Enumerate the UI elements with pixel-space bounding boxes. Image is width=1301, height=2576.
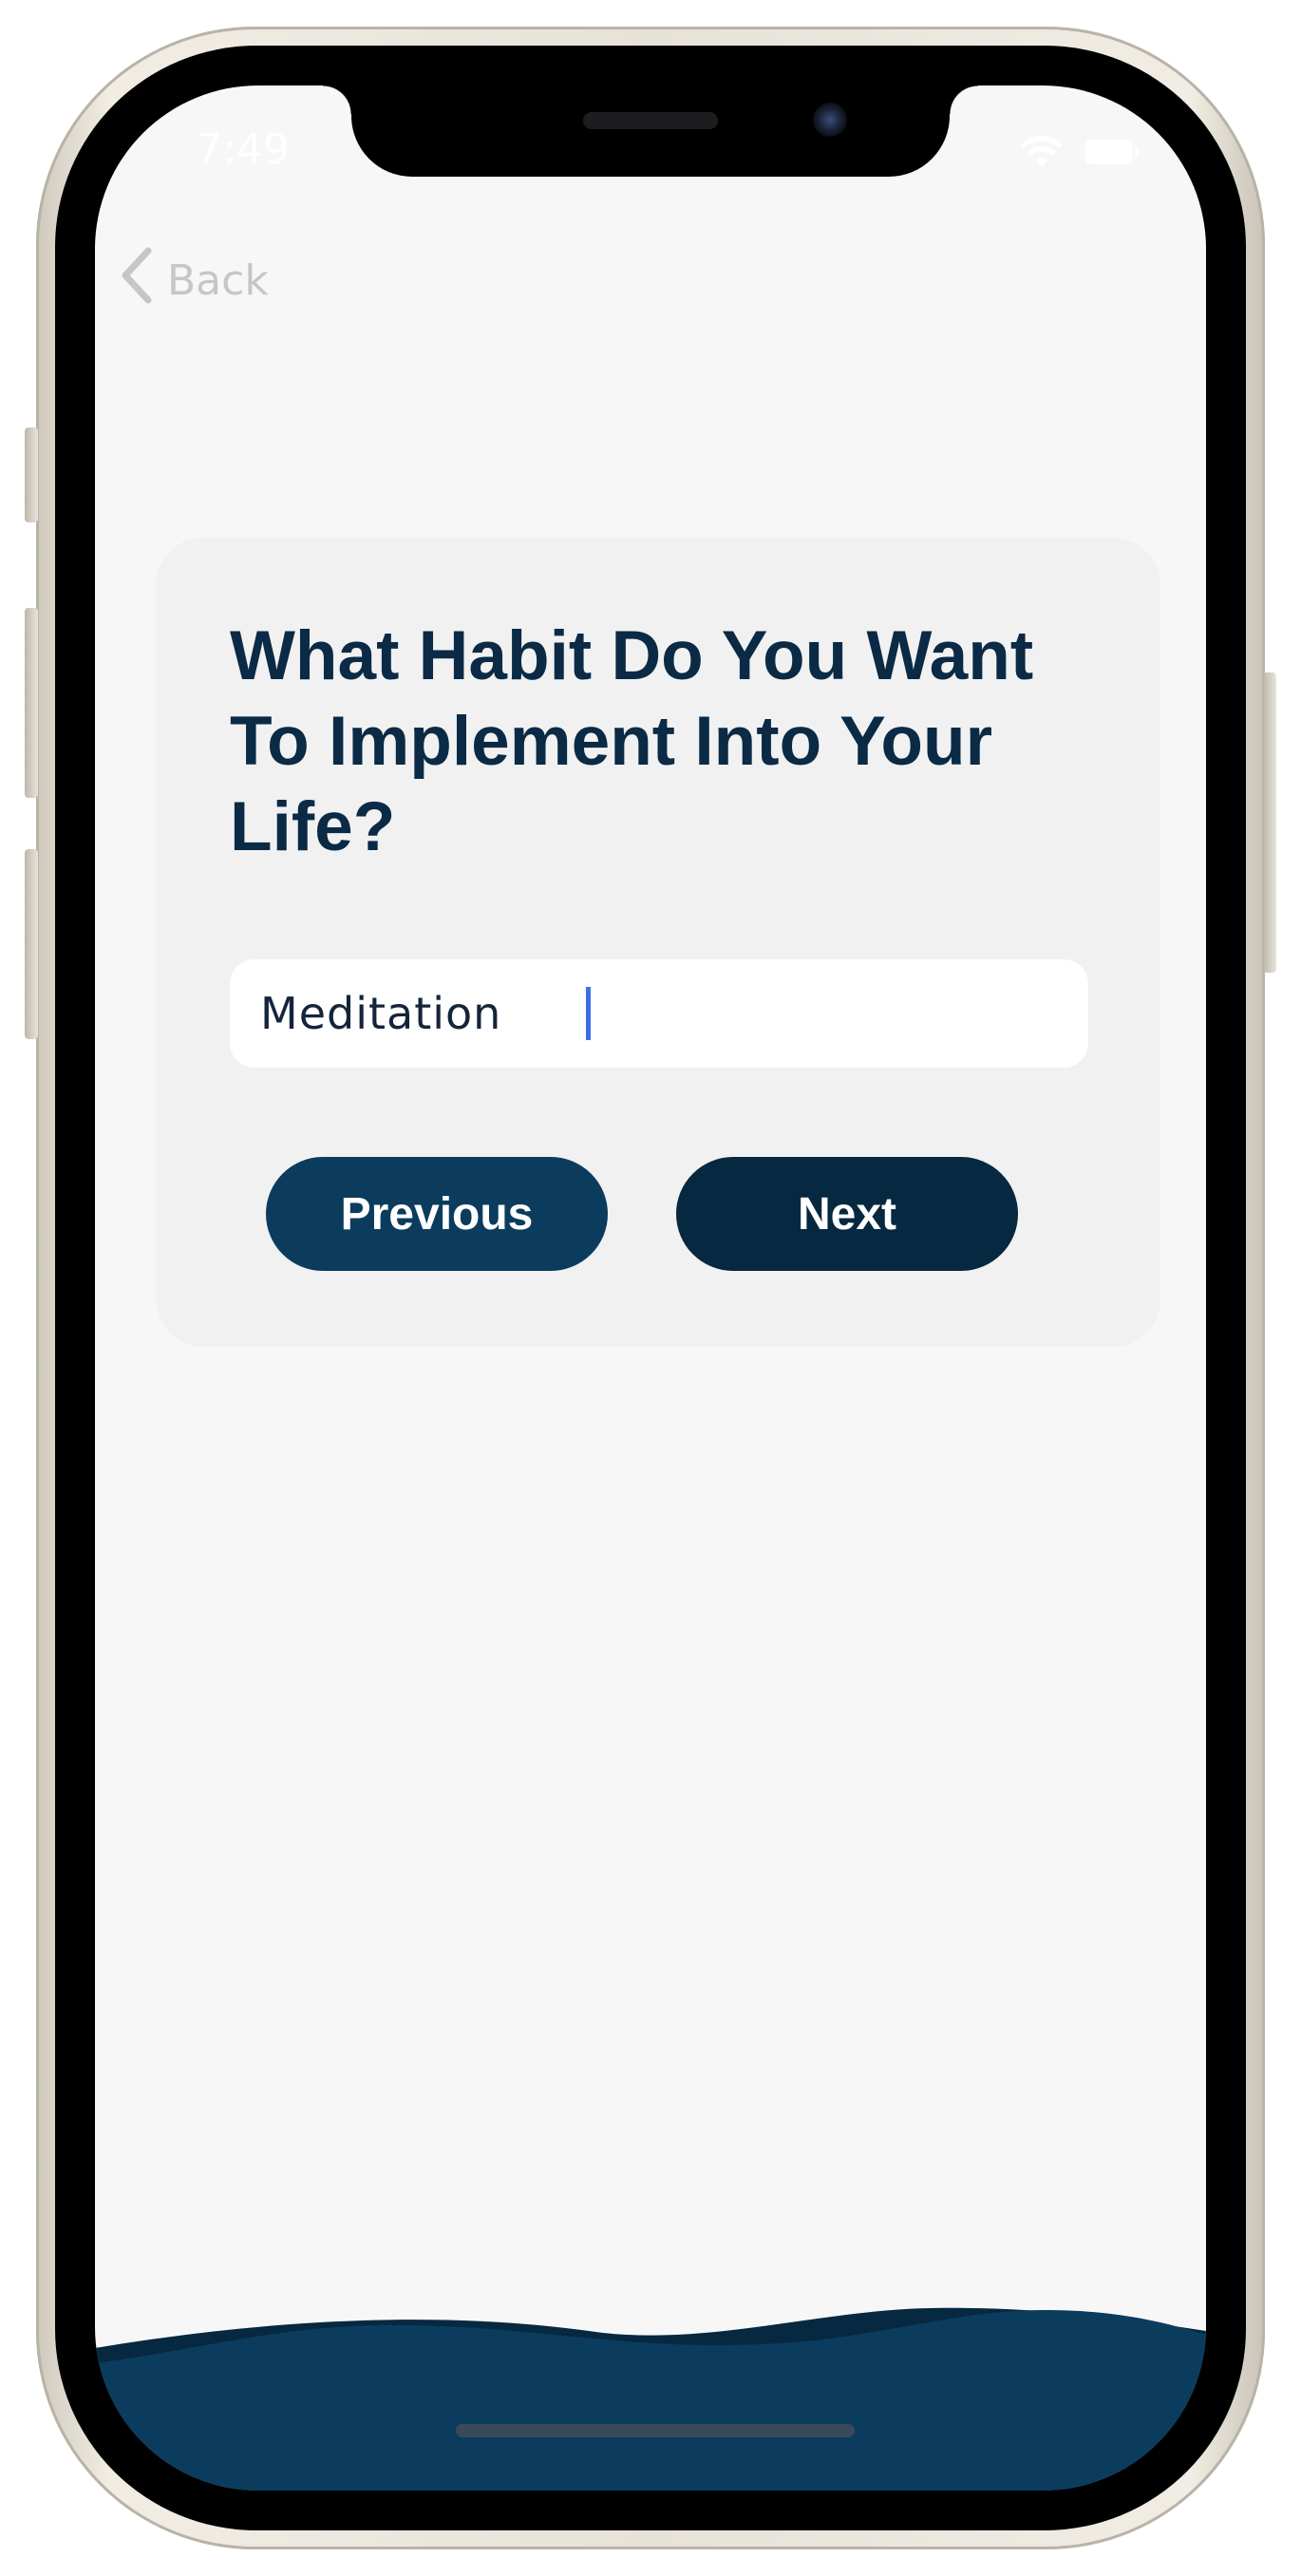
- power-button: [1263, 672, 1276, 973]
- wave-decoration: [95, 2307, 1206, 2491]
- volume-down-button: [25, 849, 38, 1039]
- home-indicator[interactable]: [456, 2424, 855, 2437]
- habit-input-box[interactable]: [230, 959, 1088, 1068]
- battery-icon: [1084, 139, 1140, 169]
- app-screen: 7:49 Back What Habit Do You Want To Impl…: [95, 85, 1206, 2491]
- volume-up-button: [25, 608, 38, 798]
- wifi-icon: [1018, 135, 1065, 173]
- back-button[interactable]: Back: [120, 247, 269, 314]
- habit-question-card: What Habit Do You Want To Implement Into…: [156, 538, 1160, 1347]
- habit-input[interactable]: [230, 987, 584, 1040]
- silent-switch: [25, 427, 38, 522]
- earpiece-speaker: [583, 112, 718, 129]
- text-caret: [586, 987, 591, 1040]
- status-icons: [1018, 135, 1140, 173]
- back-label: Back: [167, 256, 269, 305]
- front-camera: [813, 103, 847, 137]
- notch: [323, 85, 978, 177]
- previous-button[interactable]: Previous: [266, 1157, 608, 1271]
- next-button[interactable]: Next: [676, 1157, 1018, 1271]
- question-heading: What Habit Do You Want To Implement Into…: [230, 617, 1034, 865]
- chevron-left-icon: [120, 247, 152, 314]
- status-time: 7:49: [196, 125, 290, 174]
